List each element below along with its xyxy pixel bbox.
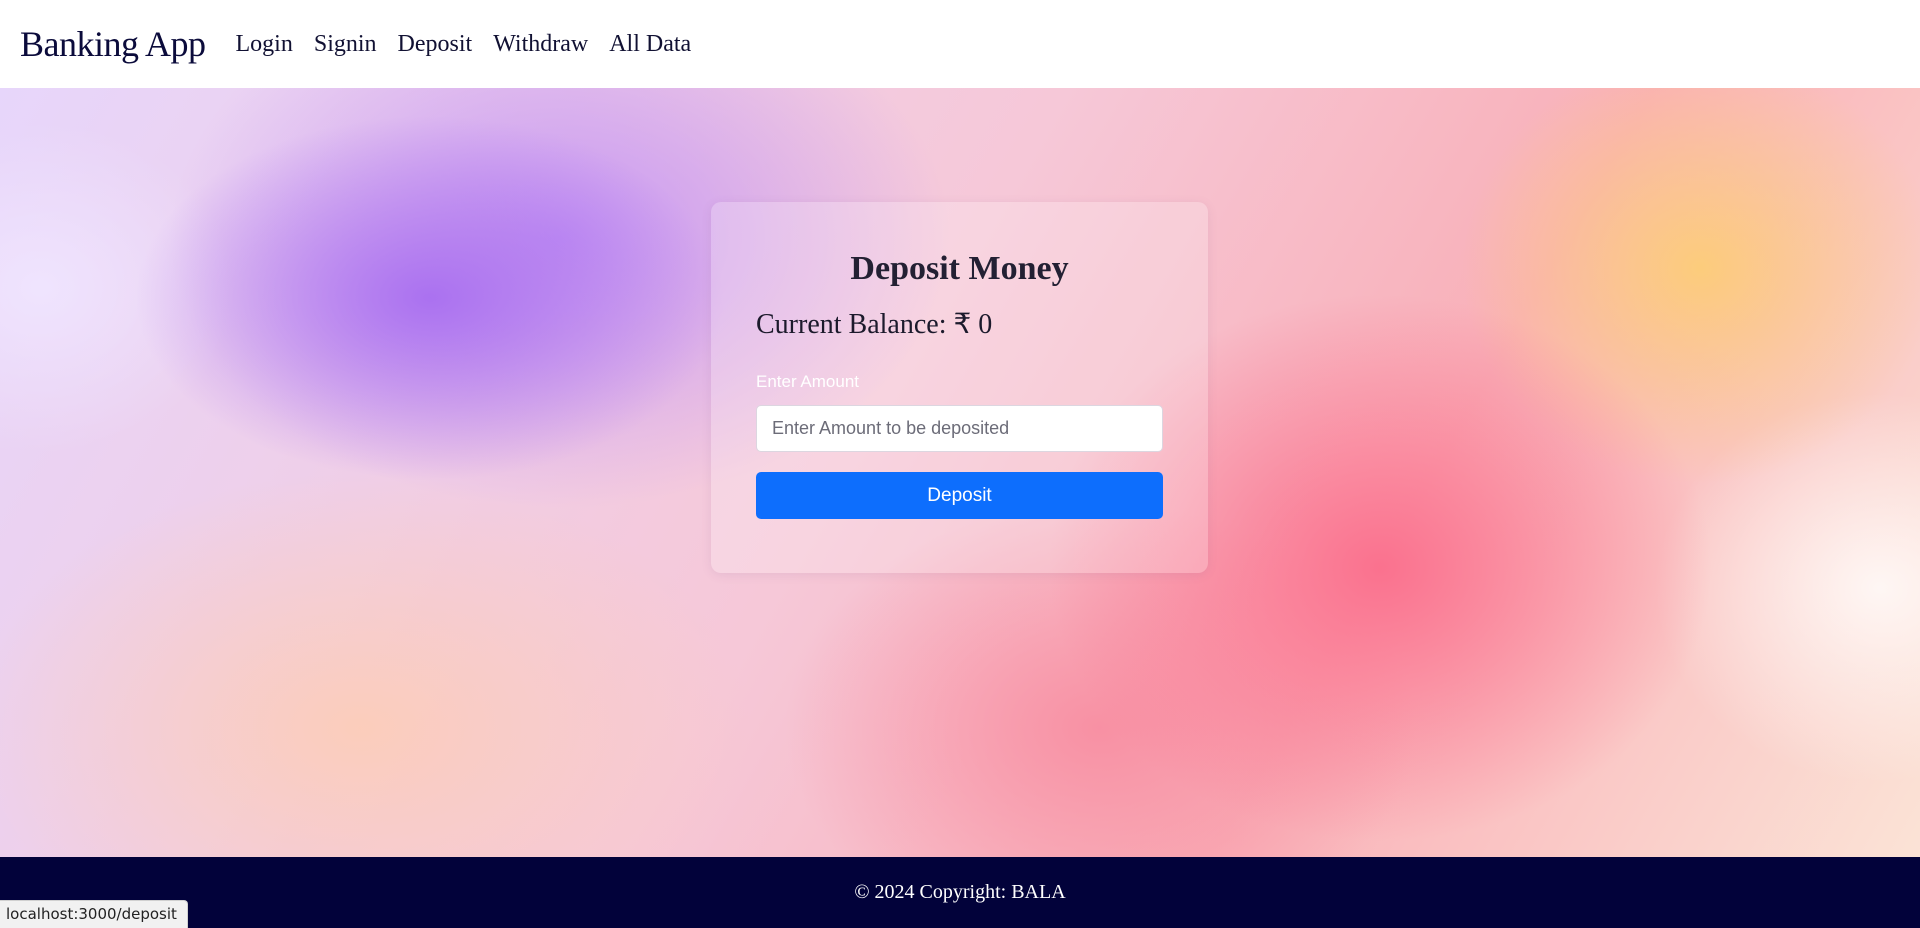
card-title: Deposit Money	[850, 250, 1069, 287]
hero-background: Deposit Money Current Balance: ₹ 0 Enter…	[0, 88, 1920, 857]
nav-link-deposit[interactable]: Deposit	[398, 31, 473, 58]
brand-link[interactable]: Banking App	[20, 23, 206, 65]
nav-links: Login Signin Deposit Withdraw All Data	[236, 31, 713, 58]
deposit-button[interactable]: Deposit	[756, 472, 1163, 519]
amount-label: Enter Amount	[756, 372, 860, 391]
deposit-card: Deposit Money Current Balance: ₹ 0 Enter…	[711, 202, 1208, 573]
footer: © 2024 Copyright: BALA	[0, 857, 1920, 928]
current-balance: Current Balance: ₹ 0	[756, 309, 993, 340]
nav-link-login[interactable]: Login	[236, 31, 293, 58]
nav-link-signin[interactable]: Signin	[314, 31, 377, 58]
nav-link-withdraw[interactable]: Withdraw	[493, 31, 588, 58]
status-bar-url: localhost:3000/deposit	[0, 900, 188, 928]
nav-link-all-data[interactable]: All Data	[609, 31, 691, 58]
copyright-text: © 2024 Copyright: BALA	[854, 881, 1066, 903]
navbar: Banking App Login Signin Deposit Withdra…	[0, 0, 1920, 88]
amount-input[interactable]	[756, 405, 1163, 452]
